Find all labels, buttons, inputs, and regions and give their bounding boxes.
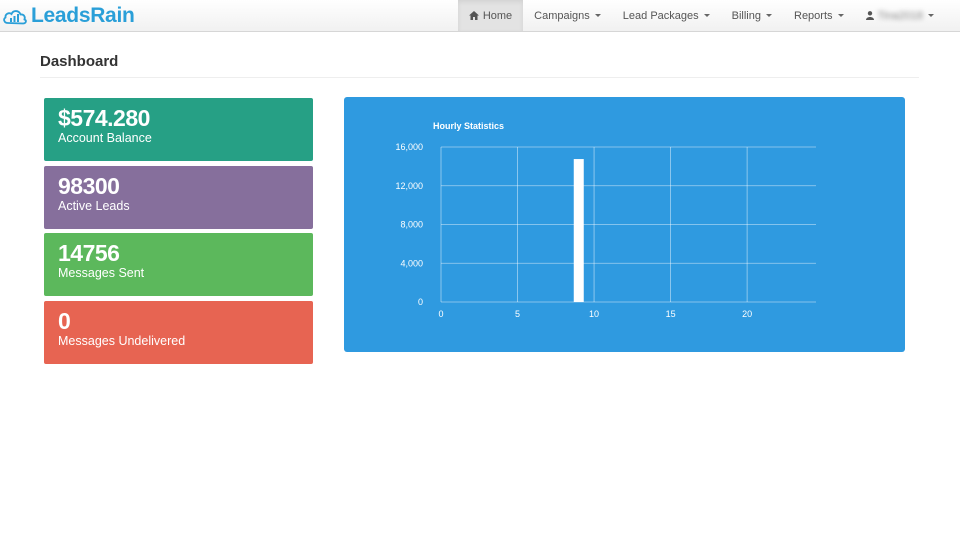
stat-value: $574.280 xyxy=(58,105,150,131)
stat-value: 98300 xyxy=(58,173,120,199)
caret-down-icon xyxy=(766,14,772,17)
x-tick-label: 15 xyxy=(666,309,676,319)
user-name: Tina2018 xyxy=(877,9,923,22)
y-tick-label: 8,000 xyxy=(400,220,423,230)
x-tick-label: 5 xyxy=(515,309,520,319)
stat-value: 14756 xyxy=(58,240,120,266)
chart-title: Hourly Statistics xyxy=(433,121,504,131)
brand-logo-link[interactable]: LeadsRain xyxy=(2,4,135,28)
caret-down-icon xyxy=(594,14,601,17)
hourly-statistics-chart: Hourly Statistics 0 4,000 8,000 12,000 16,000… xyxy=(395,121,816,319)
nav-reports-label: Reports xyxy=(794,9,833,22)
bar-hour-9 xyxy=(573,159,584,302)
nav-reports[interactable]: Reports xyxy=(783,0,855,31)
home-icon xyxy=(468,11,479,20)
caret-down-icon xyxy=(703,14,710,17)
nav-campaigns[interactable]: Campaigns xyxy=(523,0,612,31)
y-tick-label: 12,000 xyxy=(395,181,423,191)
cloud-chart-logo-icon xyxy=(3,10,27,25)
nav-lead-packages-label: Lead Packages xyxy=(622,9,699,22)
stat-value: 0 xyxy=(58,308,71,334)
nav-lead-packages[interactable]: Lead Packages xyxy=(612,0,721,31)
nav-home[interactable]: Home xyxy=(457,0,524,31)
main-nav: Home Campaigns Lead Packages Billing Rep… xyxy=(457,0,960,31)
stat-card-account-balance: $574.280 Account Balance xyxy=(44,98,313,161)
y-tick-label: 4,000 xyxy=(400,258,423,268)
nav-home-label: Home xyxy=(482,9,513,22)
user-icon xyxy=(865,11,874,20)
caret-down-icon xyxy=(928,14,934,17)
nav-user-menu[interactable]: Tina2018 xyxy=(855,0,960,31)
stat-card-messages-undelivered: 0 Messages Undelivered xyxy=(44,301,313,364)
title-divider xyxy=(40,77,919,78)
x-tick-label: 0 xyxy=(438,309,443,319)
caret-down-icon xyxy=(837,14,844,17)
stat-card-active-leads: 98300 Active Leads xyxy=(44,166,313,229)
stat-card-messages-sent: 14756 Messages Sent xyxy=(44,233,313,296)
y-tick-label: 16,000 xyxy=(395,142,423,152)
nav-billing[interactable]: Billing xyxy=(721,0,783,31)
brand-name: LeadsRain xyxy=(31,4,135,27)
y-tick-label: 0 xyxy=(418,297,423,307)
page-title: Dashboard xyxy=(40,53,119,70)
nav-billing-label: Billing xyxy=(731,9,761,22)
stat-label: Active Leads xyxy=(58,199,130,213)
hourly-statistics-panel: Hourly Statistics 0 4,000 8,000 12,000 16,000… xyxy=(344,97,905,352)
stat-label: Messages Sent xyxy=(58,266,145,280)
x-tick-label: 10 xyxy=(589,309,599,319)
stat-label: Messages Undelivered xyxy=(58,334,186,348)
top-navbar: LeadsRain Home Campaigns Lead Packages B… xyxy=(0,0,960,32)
nav-campaigns-label: Campaigns xyxy=(534,9,590,22)
stat-label: Account Balance xyxy=(58,131,152,145)
x-tick-label: 20 xyxy=(742,309,752,319)
